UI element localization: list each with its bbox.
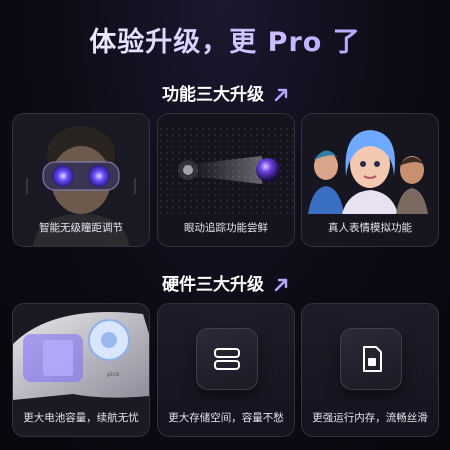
hardware-label-storage: 更大存储空间，容量不愁 <box>168 412 284 424</box>
feature-label-ipd: 智能无级瞳距调节 <box>39 222 123 234</box>
section-title-features: 功能三大升级 <box>0 80 450 105</box>
hardware-card-battery[interactable]: pico 更大电池容量，续航无忧 <box>12 303 150 437</box>
hardware-label-memory: 更强运行内存，流畅丝滑 <box>312 412 428 424</box>
storage-tile <box>196 328 258 390</box>
memory-tile <box>340 328 402 390</box>
feature-card-eye-tracking[interactable]: 眼动追踪功能尝鲜 <box>157 113 295 247</box>
feature-label-expression: 真人表情模拟功能 <box>328 222 412 234</box>
memory-card-icon <box>363 346 382 372</box>
upgrade-arrow-icon <box>274 278 288 292</box>
hardware-card-memory[interactable]: 更强运行内存，流畅丝滑 <box>301 303 439 437</box>
page-headline: 体验升级，更 Pro 了 <box>0 20 450 59</box>
section-title-hardware: 硬件三大升级 <box>0 270 450 295</box>
feature-label-eye-tracking: 眼动追踪功能尝鲜 <box>184 222 268 234</box>
section-title-hardware-text: 硬件三大升级 <box>162 275 265 295</box>
svg-text:pico: pico <box>107 371 120 378</box>
feature-card-expression[interactable]: 真人表情模拟功能 <box>301 113 439 247</box>
hardware-label-battery: 更大电池容量，续航无忧 <box>23 412 139 424</box>
hardware-card-storage[interactable]: 更大存储空间，容量不愁 <box>157 303 295 437</box>
section-title-features-text: 功能三大升级 <box>162 85 265 105</box>
upgrade-arrow-icon <box>274 88 288 102</box>
feature-card-ipd[interactable]: 智能无级瞳距调节 <box>12 113 150 247</box>
storage-icon <box>214 348 240 370</box>
